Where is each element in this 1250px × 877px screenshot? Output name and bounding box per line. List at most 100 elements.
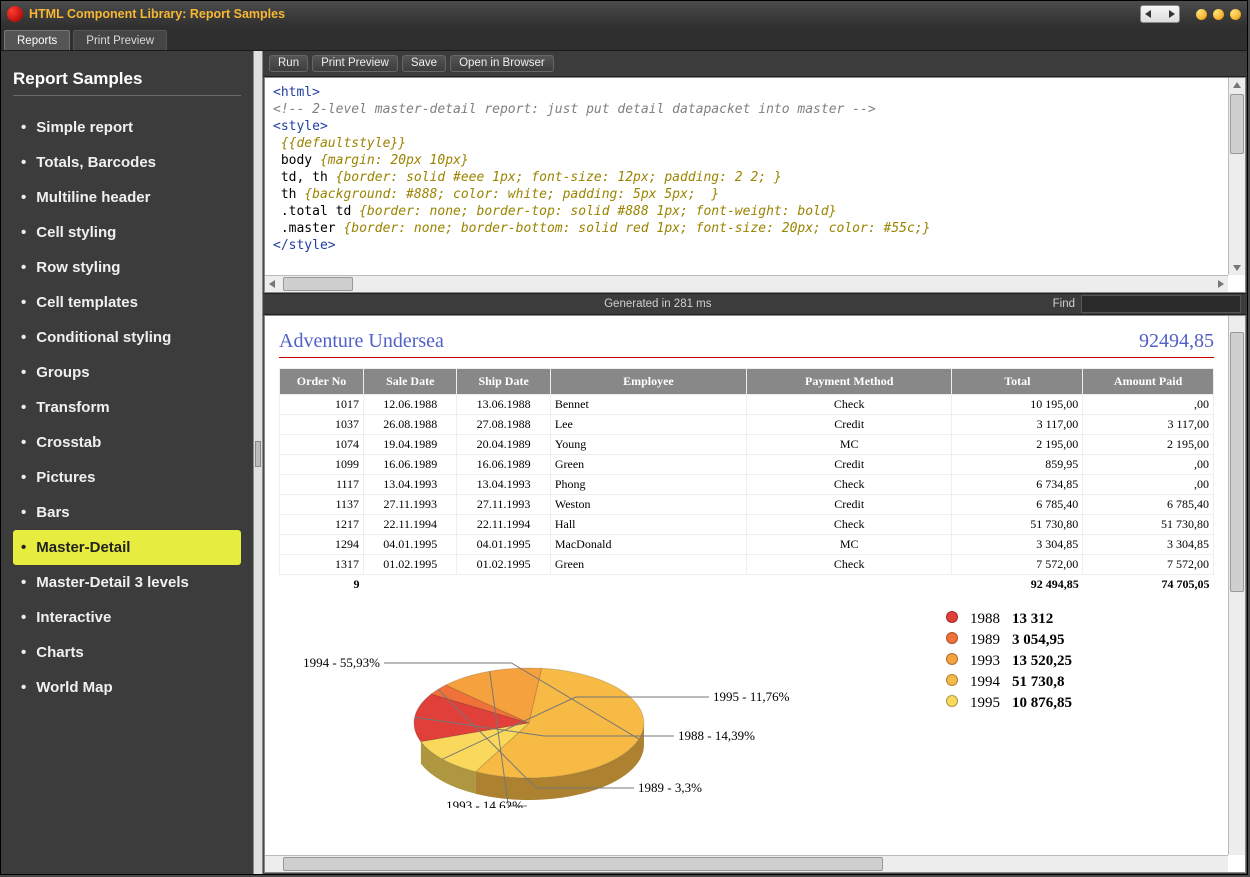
cell: Phong [550, 475, 746, 495]
cell: 3 304,85 [1083, 535, 1214, 555]
sidebar: Report Samples Simple report Totals, Barc… [1, 51, 253, 874]
cell: Weston [550, 495, 746, 515]
col-header: Sale Date [364, 369, 457, 395]
cell: Check [746, 475, 951, 495]
toolbar: Run Print Preview Save Open in Browser [263, 51, 1247, 77]
col-header: Payment Method [746, 369, 951, 395]
sidebar-item-conditional-styling[interactable]: Conditional styling [13, 320, 241, 355]
close-button[interactable] [1230, 9, 1241, 20]
cell: 27.11.1993 [457, 495, 550, 515]
code-scrollbar-horizontal[interactable] [265, 275, 1228, 292]
find-input[interactable] [1081, 295, 1241, 313]
sidebar-item-master-detail[interactable]: Master-Detail [13, 530, 241, 565]
cell: 51 730,80 [1083, 515, 1214, 535]
col-header: Order No [280, 369, 364, 395]
cell: ,00 [1083, 395, 1214, 415]
table-row: 101712.06.198813.06.1988BennetCheck10 19… [280, 395, 1214, 415]
cell: 1137 [280, 495, 364, 515]
sidebar-item-label: Totals, Barcodes [36, 154, 156, 171]
legend-swatch [946, 632, 958, 644]
table-row: 103726.08.198827.08.1988LeeCredit3 117,0… [280, 415, 1214, 435]
sidebar-item-row-styling[interactable]: Row styling [13, 250, 241, 285]
table-row: 107419.04.198920.04.1989YoungMC2 195,002… [280, 435, 1214, 455]
cell: 16.06.1989 [364, 455, 457, 475]
totals-cell [364, 575, 457, 595]
splitter[interactable] [253, 51, 263, 874]
sidebar-item-charts[interactable]: Charts [13, 635, 241, 670]
run-button[interactable]: Run [269, 55, 308, 72]
cell: 3 117,00 [1083, 415, 1214, 435]
print-preview-button[interactable]: Print Preview [312, 55, 398, 72]
cell: 1037 [280, 415, 364, 435]
sidebar-item-crosstab[interactable]: Crosstab [13, 425, 241, 460]
legend-value: 13 312 [1012, 610, 1082, 629]
code-scroll-thumb-h[interactable] [283, 277, 353, 291]
cell: 01.02.1995 [364, 555, 457, 575]
status-text: Generated in 281 ms [263, 298, 1053, 310]
maximize-button[interactable] [1213, 9, 1224, 20]
cell: 04.01.1995 [457, 535, 550, 555]
titlebar: HTML Component Library: Report Samples [1, 1, 1247, 27]
report-preview[interactable]: Adventure Undersea 92494,85 Order NoSale… [265, 316, 1228, 855]
sidebar-item-groups[interactable]: Groups [13, 355, 241, 390]
status-bar: Generated in 281 ms Find [263, 293, 1247, 315]
preview-scroll-thumb-h[interactable] [283, 857, 883, 871]
minimize-button[interactable] [1196, 9, 1207, 20]
cell: Green [550, 555, 746, 575]
cell: MacDonald [550, 535, 746, 555]
cell: 6 785,40 [1083, 495, 1214, 515]
sidebar-item-cell-templates[interactable]: Cell templates [13, 285, 241, 320]
sidebar-item-cell-styling[interactable]: Cell styling [13, 215, 241, 250]
splitter-handle[interactable] [255, 441, 261, 467]
legend-year: 1994 [970, 673, 1010, 692]
sidebar-item-pictures[interactable]: Pictures [13, 460, 241, 495]
cell: 1217 [280, 515, 364, 535]
cell: 13.04.1993 [364, 475, 457, 495]
cell: 6 734,85 [952, 475, 1083, 495]
swap-button[interactable] [1140, 5, 1180, 23]
pie-slice-label: 1988 - 14,39% [678, 728, 755, 743]
preview-scroll-thumb-v[interactable] [1230, 332, 1244, 592]
sidebar-heading: Report Samples [13, 69, 241, 96]
sidebar-item-simple-report[interactable]: Simple report [13, 110, 241, 145]
totals-cell [457, 575, 550, 595]
cell: 51 730,80 [952, 515, 1083, 535]
legend-year: 1989 [970, 631, 1010, 650]
sidebar-item-multiline-header[interactable]: Multiline header [13, 180, 241, 215]
table-row: 111713.04.199313.04.1993PhongCheck6 734,… [280, 475, 1214, 495]
window-title: HTML Component Library: Report Samples [29, 7, 1140, 21]
sidebar-item-world-map[interactable]: World Map [13, 670, 241, 705]
legend-swatch [946, 611, 958, 623]
legend-row: 199313 520,25 [946, 652, 1082, 671]
totals-cell [550, 575, 746, 595]
sidebar-item-label: Cell styling [36, 224, 116, 241]
open-in-browser-button[interactable]: Open in Browser [450, 55, 554, 72]
legend-row: 198813 312 [946, 610, 1082, 629]
sidebar-item-interactive[interactable]: Interactive [13, 600, 241, 635]
cell: 2 195,00 [952, 435, 1083, 455]
code-editor[interactable]: <html> <!-- 2-level master-detail report… [264, 77, 1246, 293]
preview-scrollbar-horizontal[interactable] [265, 855, 1228, 872]
sidebar-item-master-detail-3-levels[interactable]: Master-Detail 3 levels [13, 565, 241, 600]
sidebar-item-totals-barcodes[interactable]: Totals, Barcodes [13, 145, 241, 180]
tab-print-preview[interactable]: Print Preview [73, 30, 167, 50]
sidebar-item-label: Transform [36, 399, 109, 416]
legend-swatch [946, 695, 958, 707]
preview-scrollbar-vertical[interactable] [1228, 316, 1245, 855]
master-total: 92494,85 [1139, 330, 1214, 353]
code-scroll-thumb-v[interactable] [1230, 94, 1244, 154]
sidebar-item-label: Pictures [36, 469, 95, 486]
sidebar-item-bars[interactable]: Bars [13, 495, 241, 530]
table-row: 129404.01.199504.01.1995MacDonaldMC3 304… [280, 535, 1214, 555]
save-button[interactable]: Save [402, 55, 446, 72]
pie-chart: 1988 - 14,39%1989 - 3,3%1993 - 14,62%199… [279, 608, 944, 808]
cell: Credit [746, 455, 951, 475]
code-body[interactable]: <html> <!-- 2-level master-detail report… [265, 78, 1245, 260]
tab-reports[interactable]: Reports [4, 30, 70, 50]
table-row: 113727.11.199327.11.1993WestonCredit6 78… [280, 495, 1214, 515]
cell: 1117 [280, 475, 364, 495]
sidebar-item-transform[interactable]: Transform [13, 390, 241, 425]
code-scrollbar-vertical[interactable] [1228, 78, 1245, 275]
table-row: 131701.02.199501.02.1995GreenCheck7 572,… [280, 555, 1214, 575]
cell: Hall [550, 515, 746, 535]
